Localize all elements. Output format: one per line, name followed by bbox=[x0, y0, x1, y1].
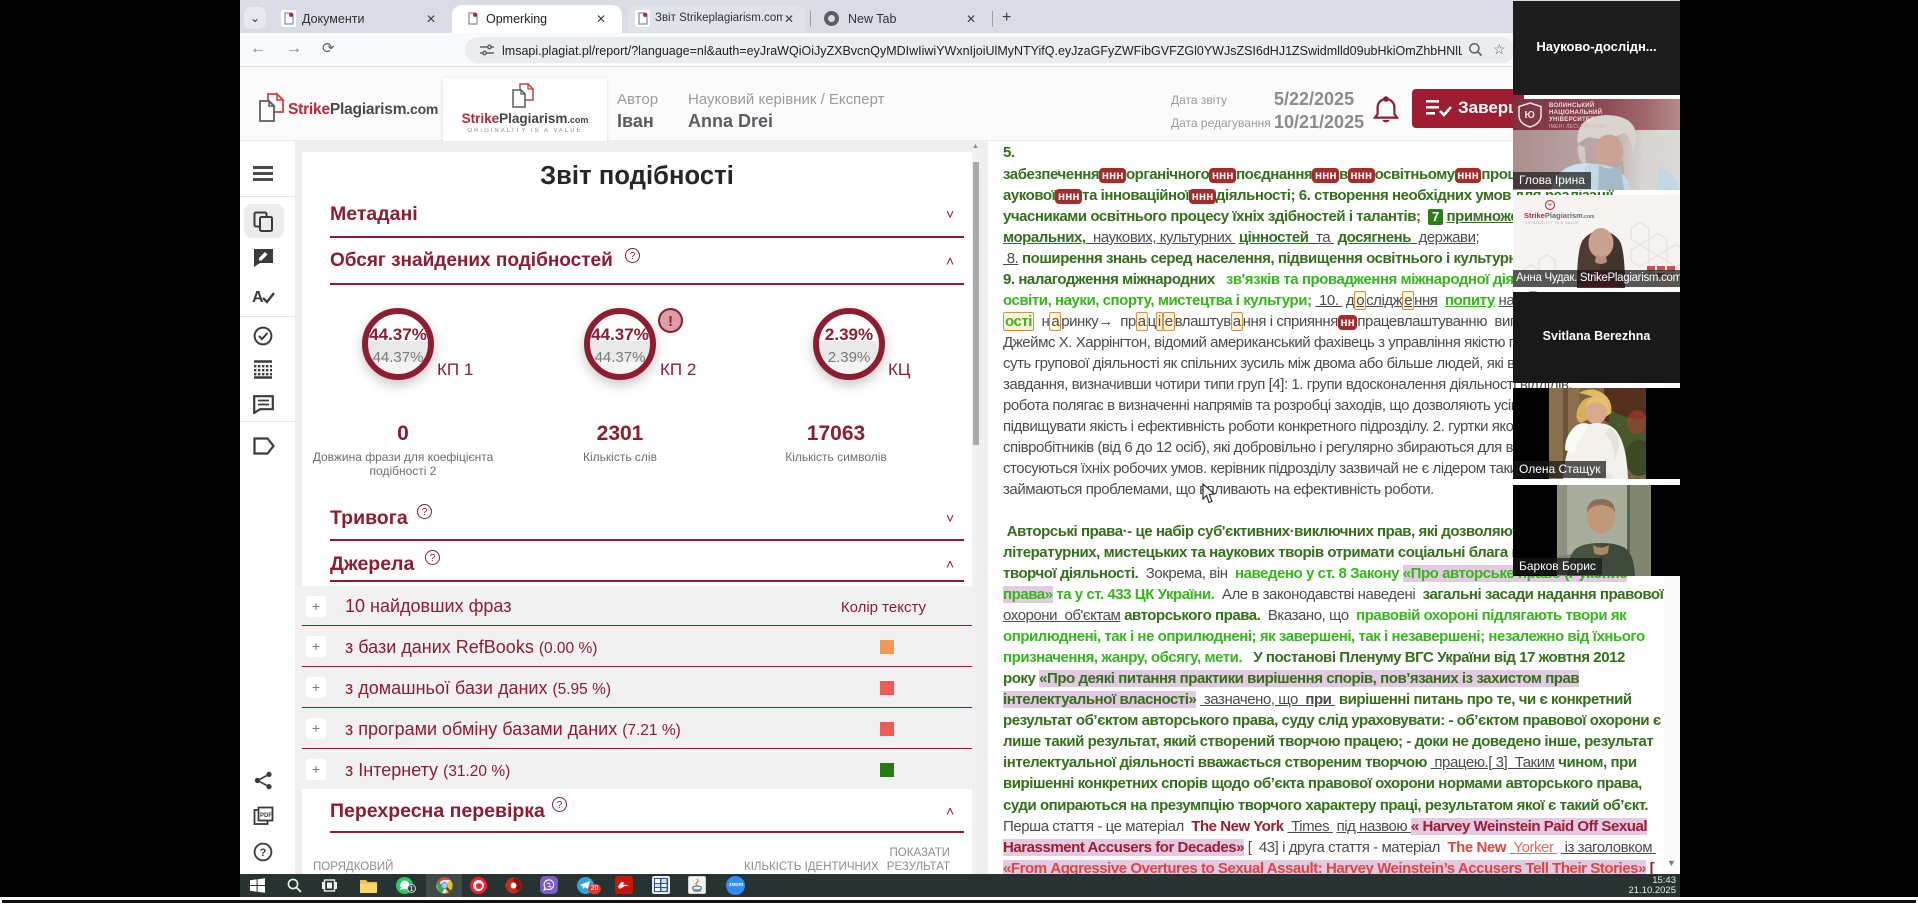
svg-text:A: A bbox=[252, 289, 264, 306]
svg-text:?: ? bbox=[260, 847, 267, 859]
svg-text:Ю: Ю bbox=[1525, 110, 1535, 121]
svg-text:PDF: PDF bbox=[260, 813, 272, 819]
